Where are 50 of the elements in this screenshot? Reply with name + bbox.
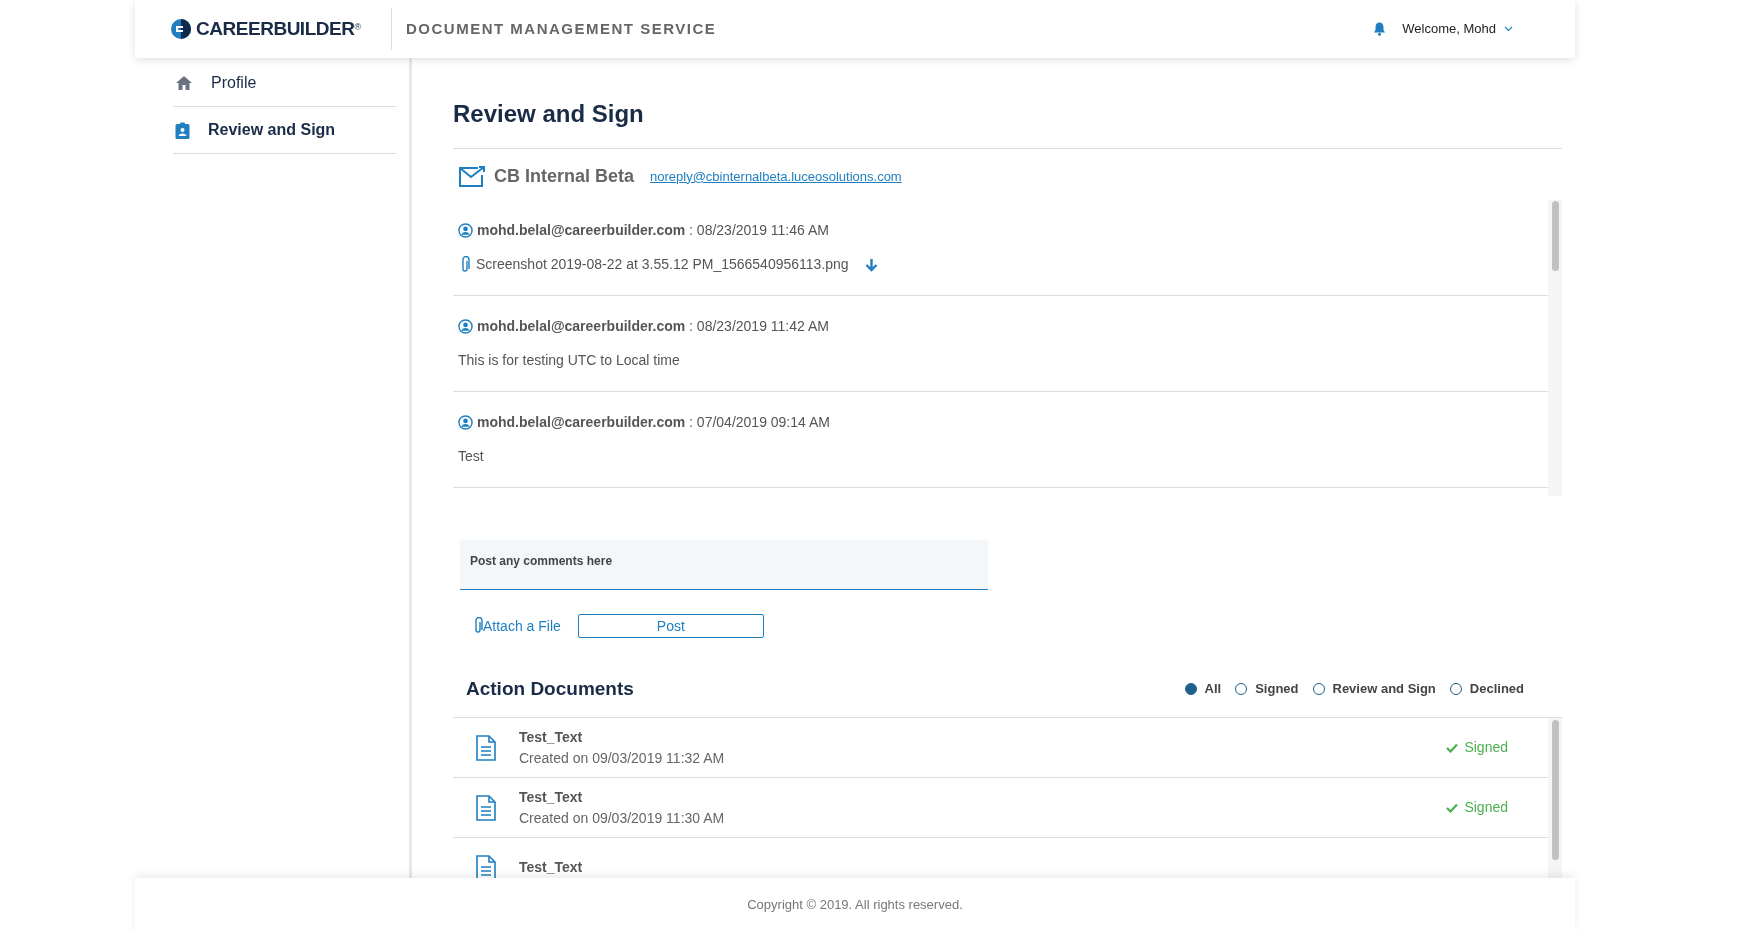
document-icon [475, 854, 497, 878]
message-author: mohd.belal@careerbuilder.com : 08/23/2019 11:42 AM [477, 317, 829, 336]
download-icon[interactable] [864, 257, 878, 272]
paperclip-icon [473, 617, 483, 635]
user-icon [458, 319, 473, 334]
user-icon [458, 223, 473, 238]
sender-name: CB Internal Beta [494, 165, 635, 188]
paperclip-icon [460, 255, 470, 274]
sidebar-item[interactable]: Review and Sign [173, 107, 396, 154]
user-icon [458, 415, 473, 430]
bell-icon[interactable] [1373, 22, 1387, 36]
check-icon [1446, 742, 1459, 753]
document-name[interactable]: Test_Text [519, 726, 725, 748]
filter-radio[interactable]: Signed [1235, 679, 1299, 699]
sidebar-item[interactable]: Profile [173, 60, 396, 107]
document-icon [475, 794, 497, 821]
service-title: DOCUMENT MANAGEMENT SERVICE [406, 18, 717, 39]
message-text: Test [458, 447, 485, 466]
filter-radio[interactable]: All [1184, 679, 1222, 699]
attachment-name[interactable]: Screenshot 2019-08-22 at 3.55.12 PM_1566540956113.png [476, 254, 849, 275]
filter-radio[interactable]: Review and Sign [1312, 679, 1436, 699]
message-author: mohd.belal@careerbuilder.com : 07/04/2019 09:14 AM [477, 413, 830, 432]
status-label: Signed [1446, 797, 1508, 818]
envelope-icon [458, 165, 486, 188]
comment-input[interactable]: Post any comments here [470, 552, 978, 570]
caret-icon [1504, 26, 1513, 32]
filter-radio[interactable]: Declined [1449, 679, 1524, 699]
document-name[interactable]: Test_Text [519, 857, 583, 878]
sender-email-link[interactable]: noreply@cbinternalbeta.luceosolutions.com [650, 166, 902, 187]
attach-file-link[interactable]: Attach a File [473, 615, 561, 637]
logo-text: CAREERBUILDER$^{®}$ [196, 16, 361, 41]
document-date: Created on 09/03/2019 11:30 AM [519, 808, 725, 828]
welcome-menu[interactable]: Welcome, Mohd [1402, 19, 1513, 39]
page-title: Review and Sign [453, 99, 645, 129]
logo-icon [170, 18, 192, 40]
section-title: Action Documents [466, 676, 634, 701]
scrollbar[interactable] [1548, 200, 1562, 496]
document-date: Created on 09/03/2019 11:32 AM [519, 748, 725, 768]
clipboard-icon [175, 121, 190, 139]
copyright-text: Copyright © 2019. All rights reserved. [747, 896, 963, 915]
scrollbar[interactable] [1548, 718, 1562, 878]
post-button[interactable]: Post [577, 614, 764, 638]
document-name[interactable]: Test_Text [519, 786, 725, 808]
document-icon [475, 734, 497, 761]
home-icon [175, 75, 193, 91]
check-icon [1446, 802, 1459, 813]
message-author: mohd.belal@careerbuilder.com : 08/23/2019 11:46 AM [477, 221, 829, 240]
comment-field[interactable]: Post any comments here [460, 540, 988, 590]
message-text: This is for testing UTC to Local time [458, 351, 681, 370]
status-label: Signed [1446, 737, 1508, 758]
